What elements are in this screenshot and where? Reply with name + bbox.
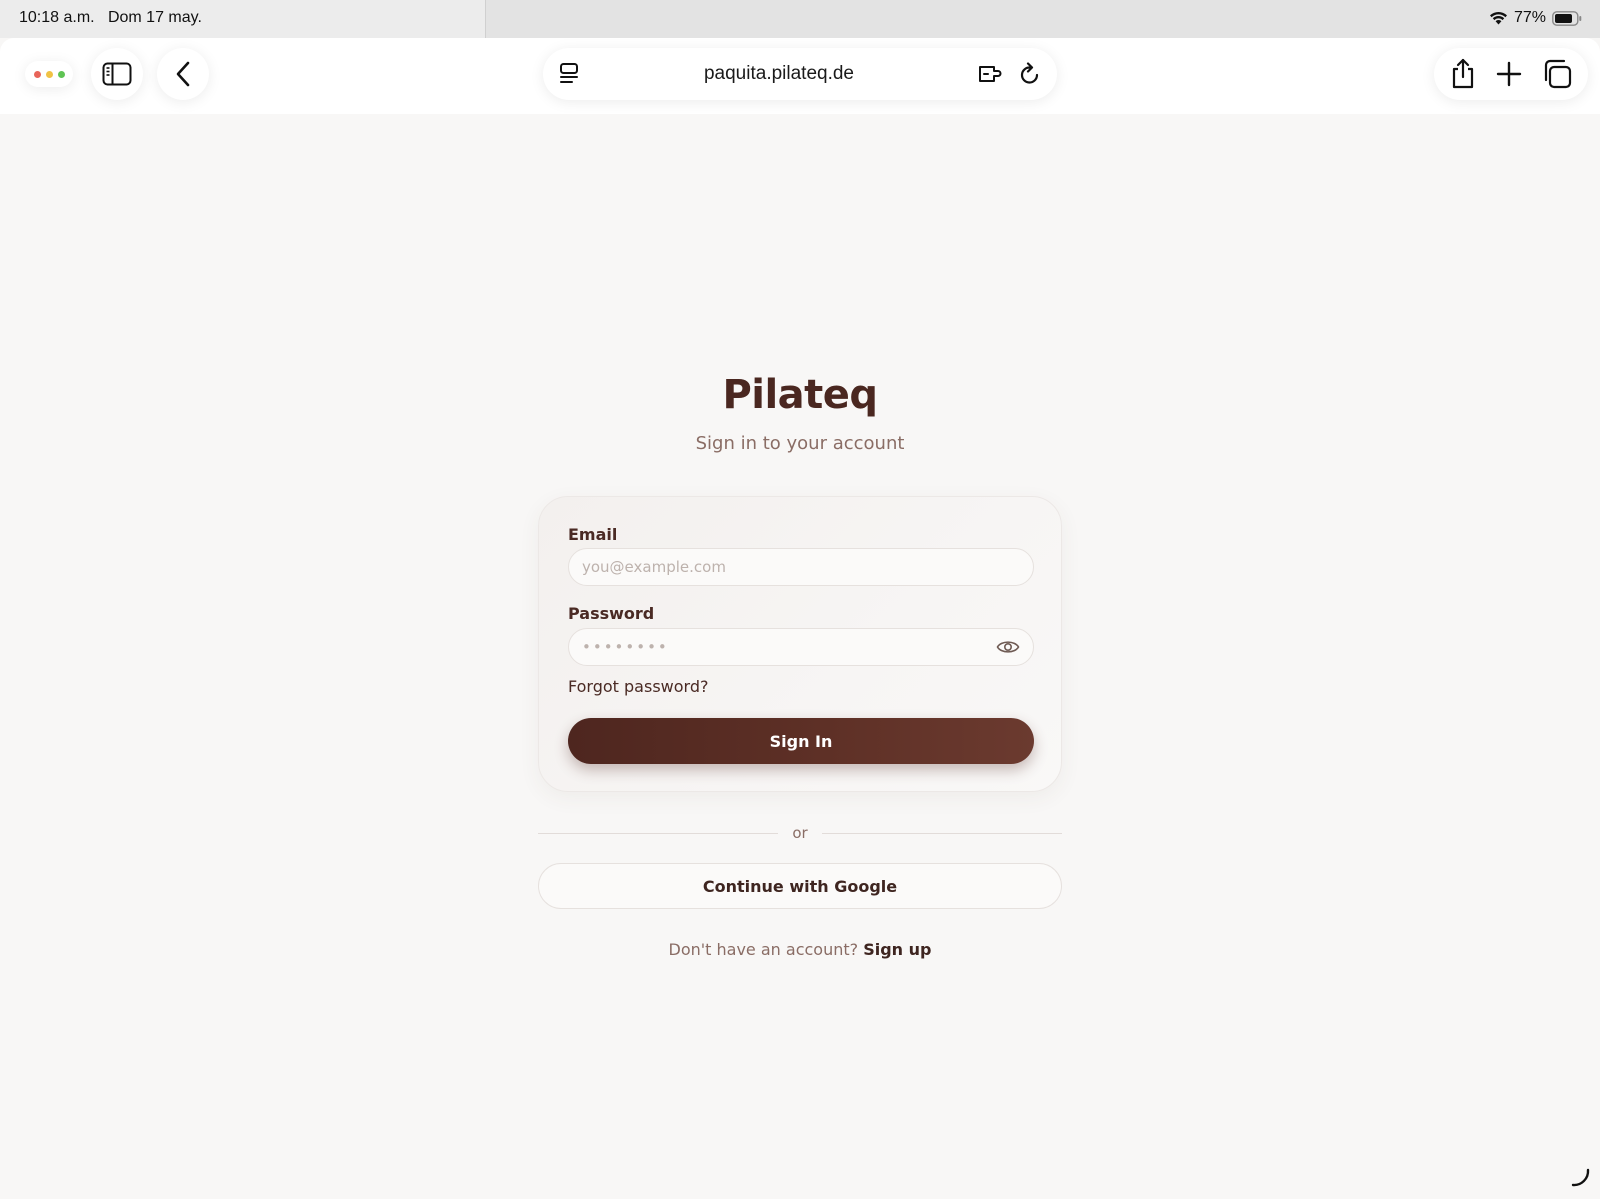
status-time: 10:18 a.m. [19,9,95,26]
window-dots-icon[interactable] [25,61,73,87]
sidebar-button[interactable] [91,48,143,100]
address-bar[interactable]: paquita.pilateq.de [543,48,1057,100]
back-button[interactable] [157,48,209,100]
password-input[interactable] [568,628,1034,666]
extension-icon[interactable] [977,63,1003,85]
forgot-password-link[interactable]: Forgot password? [568,677,708,696]
page-subtitle: Sign in to your account [695,433,905,454]
plus-icon[interactable] [1496,61,1522,87]
sidebar-icon [102,62,132,86]
status-time-date: 10:18 a.m. Dom 17 may. [19,9,202,27]
or-divider: or [538,824,1063,842]
continue-with-google-button[interactable]: Continue with Google [538,863,1062,909]
battery-percent: 77% [1513,9,1546,26]
tabs-icon[interactable] [1542,59,1572,89]
reader-icon[interactable] [559,62,581,86]
status-date: Dom 17 may. [107,9,202,26]
battery-icon [1552,10,1582,26]
toolbar-right-actions [1434,48,1588,100]
reload-icon[interactable] [1019,62,1041,86]
divider-text: or [792,824,808,842]
sign-up-link[interactable]: Sign up [863,940,931,959]
browser-toolbar: paquita.pilateq.de [0,38,1600,114]
eye-icon[interactable] [995,636,1021,658]
chevron-left-icon [175,61,191,87]
sign-in-button[interactable]: Sign In [568,718,1034,764]
signup-prompt: Don't have an account? [668,940,859,959]
divider-line [538,832,779,834]
share-icon[interactable] [1450,58,1476,90]
signup-row: Don't have an account? Sign up [0,940,1600,959]
email-input[interactable] [568,548,1034,586]
page-title: Pilateq [722,372,878,418]
email-label: Email [568,525,618,544]
status-bar: 10:18 a.m. Dom 17 may. 77% [0,0,1600,38]
divider-line [821,832,1063,834]
password-label: Password [568,604,655,623]
wifi-icon [1489,11,1508,25]
login-card: Email Password Forgot password? Sign In [538,496,1062,792]
address-bar-actions [977,62,1041,86]
status-indicators: 77% [1489,9,1582,27]
url-text[interactable]: paquita.pilateq.de [704,63,854,85]
resize-corner-icon [1570,1167,1590,1191]
